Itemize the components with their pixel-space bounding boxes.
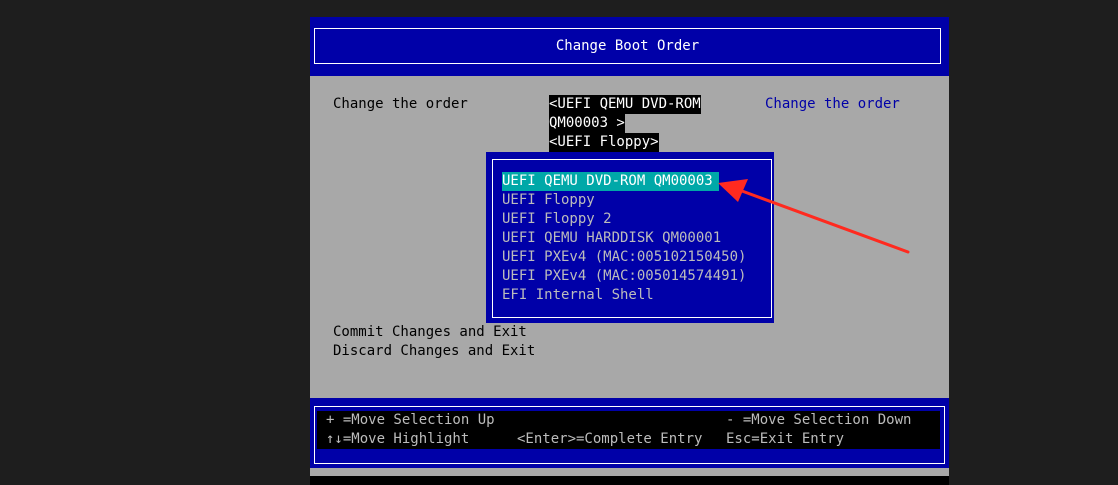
key-help-move-highlight: ↑↓=Move Highlight <box>326 431 470 447</box>
footer-bar: + =Move Selection Up - =Move Selection D… <box>310 398 949 468</box>
bios-screen: Change Boot Order Change the order <UEFI… <box>310 17 949 485</box>
boot-option-item[interactable]: UEFI QEMU HARDDISK QM00001 <box>502 229 746 248</box>
title-bar: Change Boot Order <box>310 17 949 76</box>
boot-order-popup: UEFI QEMU DVD-ROM QM00003 UEFI Floppy UE… <box>486 152 774 323</box>
boot-option-item[interactable]: UEFI Floppy <box>502 191 746 210</box>
boot-order-value-line-1[interactable]: <UEFI QEMU DVD-ROM <box>549 95 701 114</box>
key-help-panel: + =Move Selection Up - =Move Selection D… <box>317 411 940 449</box>
discard-changes-button[interactable]: Discard Changes and Exit <box>333 342 535 361</box>
page-title: Change Boot Order <box>555 37 700 54</box>
boot-option-item[interactable]: UEFI Floppy 2 <box>502 210 746 229</box>
boot-option-item[interactable]: UEFI PXEv4 (MAC:005102150450) <box>502 248 746 267</box>
bottom-strip <box>310 476 949 485</box>
help-text: Change the order <box>765 96 900 112</box>
boot-option-item[interactable]: UEFI PXEv4 (MAC:005014574491) <box>502 267 746 286</box>
boot-order-value-line-3[interactable]: <UEFI Floppy> <box>549 133 659 152</box>
boot-option-list: UEFI QEMU DVD-ROM QM00003 UEFI Floppy UE… <box>502 172 746 305</box>
key-help-move-down: - =Move Selection Down <box>726 412 912 428</box>
boot-option-item[interactable]: UEFI QEMU DVD-ROM QM00003 <box>502 172 719 191</box>
key-help-exit-entry: Esc=Exit Entry <box>726 431 845 447</box>
title-frame: Change Boot Order <box>314 28 941 64</box>
boot-option-item[interactable]: EFI Internal Shell <box>502 286 746 305</box>
key-help-move-up: + =Move Selection Up <box>326 412 495 428</box>
key-help-complete-entry: <Enter>=Complete Entry <box>517 431 703 447</box>
commit-changes-button[interactable]: Commit Changes and Exit <box>333 323 527 342</box>
change-order-prompt: Change the order <box>333 96 468 112</box>
boot-order-value-line-2[interactable]: QM00003 > <box>549 114 625 133</box>
